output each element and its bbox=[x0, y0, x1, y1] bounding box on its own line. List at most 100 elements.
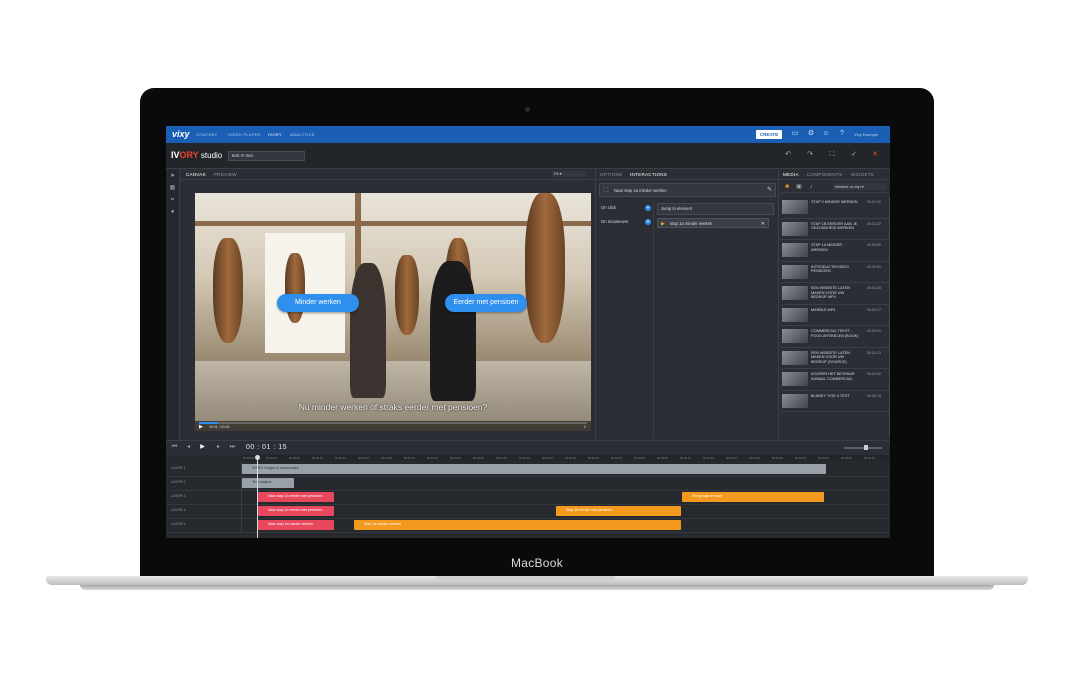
hotspot-minder-werken[interactable]: Minder werken bbox=[277, 294, 359, 312]
timeline-track[interactable]: LAYER 2 Text hotspot bbox=[166, 476, 890, 491]
playhead-handle[interactable] bbox=[255, 455, 260, 460]
interaction-selector[interactable]: ⬚ Naar stap 1a minder werken ✎ bbox=[599, 183, 776, 197]
tab-components[interactable]: COMPONENTS bbox=[807, 172, 842, 177]
hotspot-eerder-met-pensioen[interactable]: Eerder met pensioen bbox=[445, 294, 527, 312]
media-tabs: MEDIA COMPONENTS WIDGETS bbox=[779, 169, 890, 180]
tab-canvas[interactable]: CANVAS bbox=[186, 172, 206, 177]
close-icon[interactable]: ✕ bbox=[871, 151, 879, 159]
media-item[interactable]: STAP 2 MINDER WERKEN 00:01:10 bbox=[781, 197, 889, 219]
event-on-click[interactable]: On click + bbox=[601, 204, 651, 212]
folder-icon[interactable]: ▭ bbox=[791, 130, 799, 138]
skip-start-icon[interactable]: ⏮ bbox=[171, 444, 178, 451]
play-icon[interactable]: ▶ bbox=[199, 444, 206, 451]
redo-icon[interactable]: ↷ bbox=[806, 151, 814, 159]
crop-tool-icon[interactable]: ⌗ bbox=[169, 197, 176, 204]
remove-icon[interactable]: ✕ bbox=[761, 219, 765, 229]
pointer-tool-icon[interactable]: ➤ bbox=[169, 173, 176, 180]
undo-icon[interactable]: ↶ bbox=[784, 151, 792, 159]
palette-tool-icon[interactable]: ● bbox=[169, 209, 176, 216]
video-filter-icon[interactable]: ■ bbox=[783, 183, 791, 191]
timeline-track[interactable]: LAYER 5 Naar stap 1a minder werken Stap 1a… bbox=[166, 518, 890, 533]
nav-content[interactable]: CONTENT bbox=[196, 132, 217, 137]
media-item[interactable]: EEN WEBSITE LATEN MAKEN VOOR UW BEDRIJF … bbox=[781, 283, 889, 305]
playhead[interactable] bbox=[255, 455, 260, 538]
zoom-slider-knob[interactable] bbox=[864, 445, 868, 450]
timeline-ruler[interactable]: 00:00:00 00:00:10 00:00:20 00:00:30 00:00:40… bbox=[241, 455, 890, 461]
fit-select[interactable]: Fit ▾ bbox=[552, 171, 586, 177]
timeline-track[interactable]: LAYER 1 INTRO Vragen & antwoorden bbox=[166, 462, 890, 477]
media-title: EEN WEBSITE LATEN MAKEN VOOR UW BEDRIJF … bbox=[811, 350, 850, 364]
punching-bag bbox=[525, 193, 565, 343]
video-subtitle: Nu minder werken of straks eerder met pe… bbox=[298, 402, 488, 412]
ruler-tick: 00:04:20 bbox=[841, 456, 852, 460]
tab-media[interactable]: MEDIA bbox=[783, 172, 799, 177]
check-icon[interactable]: ✓ bbox=[850, 151, 858, 159]
media-item[interactable]: COMMERCIAL TEKST - FOOD ARTIKELEN (BOOK)… bbox=[781, 326, 889, 348]
media-thumbnail bbox=[782, 329, 808, 343]
media-duration: 00:01:23 bbox=[867, 350, 881, 355]
ruler-tick: 00:01:20 bbox=[427, 456, 438, 460]
user-name[interactable]: Vixy Example bbox=[854, 132, 878, 137]
skip-end-icon[interactable]: ⏭ bbox=[229, 444, 236, 451]
project-name-field[interactable]: test !!! mei bbox=[228, 151, 305, 161]
media-scrollbar[interactable] bbox=[889, 197, 890, 437]
app-logo[interactable]: vixy bbox=[172, 129, 190, 139]
device-label: MacBook bbox=[510, 556, 564, 570]
timeline-track[interactable]: LAYER 3 Naar stap 1b eerder met pensioen T… bbox=[166, 490, 890, 505]
timeline-clip[interactable]: Naar stap 1b eerder met pensioen bbox=[258, 506, 334, 516]
user-icon[interactable]: ☺ bbox=[822, 130, 830, 138]
timeline-clip[interactable]: Terug naar de start bbox=[682, 492, 824, 502]
video-progress-bar[interactable] bbox=[199, 422, 587, 424]
audio-filter-icon[interactable]: ♪ bbox=[807, 183, 815, 191]
event-on-mouseover[interactable]: On mouseover + bbox=[601, 218, 651, 226]
studio-logo: IVORY studio bbox=[171, 150, 222, 160]
ruler-tick: 00:03:50 bbox=[772, 456, 783, 460]
action-select[interactable]: Jump to element bbox=[657, 203, 774, 215]
video-canvas[interactable]: Minder werken Eerder met pensioen Nu min… bbox=[195, 193, 591, 431]
tab-widgets[interactable]: WIDGETS bbox=[851, 172, 874, 177]
media-item[interactable]: STAP 1A MINDER WERKEN 00:00:50 bbox=[781, 240, 889, 262]
ruler-tick: 00:00:10 bbox=[266, 456, 277, 460]
fullscreen-icon[interactable]: ⛶ bbox=[828, 151, 836, 159]
ruler-tick: 00:01:30 bbox=[450, 456, 461, 460]
tab-interactions[interactable]: INTERACTIONS bbox=[630, 172, 667, 177]
tab-preview[interactable]: PREVIEW bbox=[214, 172, 237, 177]
image-filter-icon[interactable]: ▣ bbox=[795, 183, 803, 191]
action-target[interactable]: ▶ stap 1a minder werken ✕ bbox=[657, 218, 769, 228]
nav-ivory[interactable]: IVORY bbox=[268, 132, 282, 137]
media-item[interactable]: MARBLE.MP4 00:00:17 bbox=[781, 305, 889, 326]
grid-tool-icon[interactable]: ▦ bbox=[169, 185, 176, 192]
gear-icon[interactable]: ⚙ bbox=[807, 130, 815, 138]
media-item[interactable]: KOOPER HET BESPAAR KANAAL COMMERCIAL 00:0… bbox=[781, 369, 889, 391]
tab-options[interactable]: OPTIONS bbox=[600, 172, 622, 177]
media-item[interactable]: EEN WEBSITE LATEN MAKEN VOOR UW BEDRIJF … bbox=[781, 348, 889, 369]
timeline-zoom-slider[interactable] bbox=[844, 445, 882, 450]
pencil-icon[interactable]: ✎ bbox=[767, 186, 772, 193]
step-forward-icon[interactable]: ▸ bbox=[215, 444, 222, 451]
media-thumbnail bbox=[782, 200, 808, 214]
create-button[interactable]: CREATE bbox=[756, 130, 782, 139]
ruler-tick: 00:02:00 bbox=[519, 456, 530, 460]
step-back-icon[interactable]: ◂ bbox=[185, 444, 192, 451]
timeline-clip[interactable]: INTRO Vragen & antwoorden bbox=[242, 464, 826, 474]
timeline-clip[interactable]: Naar stap 1a minder werken bbox=[258, 520, 334, 530]
media-item[interactable]: BLANKY TIGE II TEST 00:00:15 bbox=[781, 391, 889, 412]
help-icon[interactable]: ? bbox=[838, 130, 846, 138]
timeline-clip[interactable]: Stap 1a minder werken bbox=[354, 520, 681, 530]
media-item[interactable]: INTRODUCTIEVIDEO PENSIOEN 00:00:51 bbox=[781, 262, 889, 283]
media-title: MARBLE.MP4 bbox=[811, 307, 836, 312]
sort-select[interactable]: Newest on top ▾ bbox=[833, 183, 887, 190]
add-action-icon[interactable]: + bbox=[645, 205, 651, 211]
add-action-icon[interactable]: + bbox=[645, 219, 651, 225]
nav-video-player[interactable]: VIDEO PLAYER bbox=[228, 132, 261, 137]
timeline-clip[interactable]: Naar stap 1b eerder met pensioen bbox=[258, 492, 334, 502]
volume-icon[interactable]: ♪ bbox=[584, 424, 587, 430]
nav-analytics[interactable]: ANALYTICS bbox=[290, 132, 315, 137]
timeline-clip[interactable]: Text hotspot bbox=[242, 478, 294, 488]
play-icon[interactable]: ▶ bbox=[199, 424, 203, 430]
ruler-tick: 00:04:30 bbox=[864, 456, 875, 460]
timeline-track[interactable]: LAYER 4 Naar stap 1b eerder met pensioen S… bbox=[166, 504, 890, 519]
media-panel: MEDIA COMPONENTS WIDGETS ■ ▣ ♪ Newest on… bbox=[778, 169, 890, 440]
timeline-clip[interactable]: Stap 1b eerder met pensioen bbox=[556, 506, 681, 516]
media-item[interactable]: STAP 1B EERDER AAN JE GEZONDHEID WERKEN 0… bbox=[781, 219, 889, 240]
